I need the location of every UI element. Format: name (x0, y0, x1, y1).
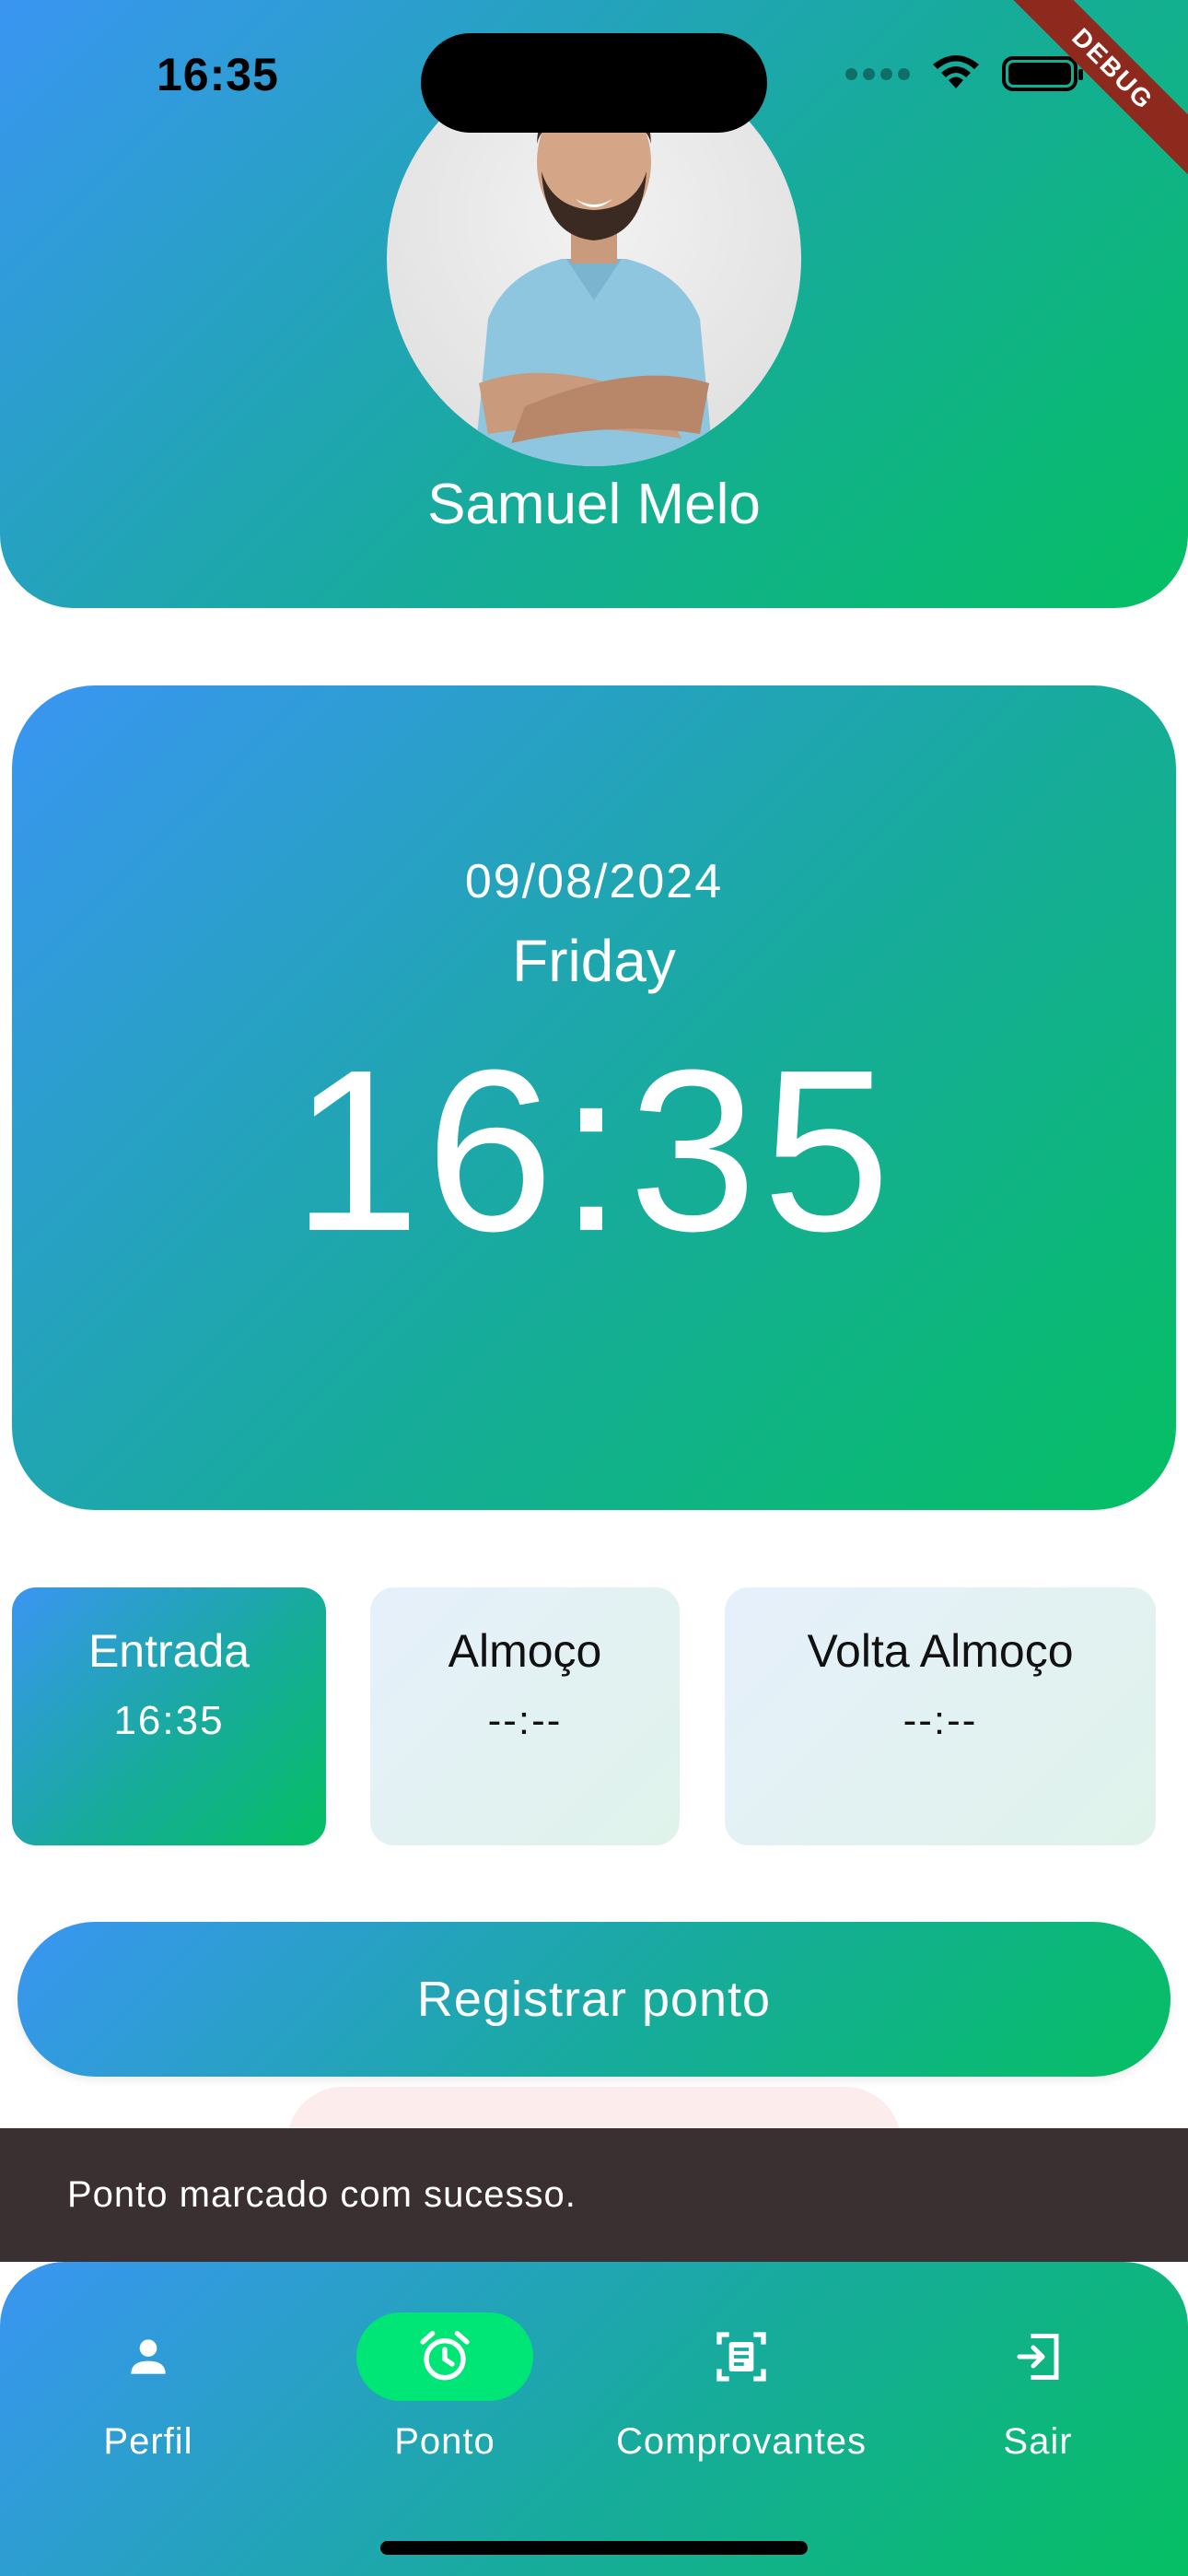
nav-label: Sair (1003, 2421, 1073, 2462)
punch-value: --:-- (487, 1698, 563, 1743)
punch-tile-almoco[interactable]: Almoço --:-- (370, 1587, 680, 1845)
snackbar: Ponto marcado com sucesso. (0, 2128, 1188, 2262)
nav-pill (949, 2313, 1126, 2401)
logout-icon (1017, 2334, 1059, 2380)
register-punch-button[interactable]: Registrar ponto (17, 1922, 1171, 2077)
home-indicator (380, 2541, 808, 2555)
clock-card: 09/08/2024 Friday 16:35 (12, 685, 1176, 1510)
nav-pill (653, 2313, 830, 2401)
document-scan-icon (716, 2332, 766, 2382)
cellular-signal-icon (845, 67, 910, 80)
nav-item-ponto[interactable]: Ponto (297, 2313, 592, 2463)
punch-label: Entrada (87, 1625, 250, 1677)
nav-label: Perfil (103, 2421, 193, 2462)
punch-label: Volta Almoço (807, 1625, 1074, 1677)
person-icon (131, 2339, 166, 2374)
punch-value: 16:35 (113, 1698, 225, 1743)
nav-item-comprovantes[interactable]: Comprovantes (594, 2313, 889, 2463)
nav-item-perfil[interactable]: Perfil (1, 2313, 296, 2463)
clock-weekday: Friday (512, 928, 676, 994)
punch-label: Almoço (448, 1625, 602, 1677)
clock-time: 16:35 (292, 1022, 896, 1279)
punch-tile-entrada[interactable]: Entrada 16:35 (12, 1587, 326, 1845)
wifi-icon (933, 55, 979, 88)
nav-label: Comprovantes (615, 2421, 868, 2462)
battery-icon (1002, 56, 1083, 91)
user-name: Samuel Melo (427, 473, 761, 536)
clock-date: 09/08/2024 (464, 855, 724, 908)
bottom-navigation: Perfil Ponto Comprovantes Sair (0, 2262, 1188, 2576)
status-time: 16:35 (157, 49, 279, 100)
dynamic-island (421, 33, 767, 133)
nav-label: Ponto (394, 2421, 495, 2462)
alarm-icon (420, 2331, 470, 2381)
status-icons (845, 55, 1083, 92)
nav-pill (60, 2313, 237, 2401)
punch-value: --:-- (903, 1698, 978, 1743)
nav-item-sair[interactable]: Sair (891, 2313, 1185, 2463)
snackbar-message: Ponto marcado com sucesso. (67, 2174, 577, 2215)
punch-tile-volta-almoco[interactable]: Volta Almoço --:-- (725, 1587, 1156, 1845)
nav-pill-selected (356, 2313, 533, 2401)
